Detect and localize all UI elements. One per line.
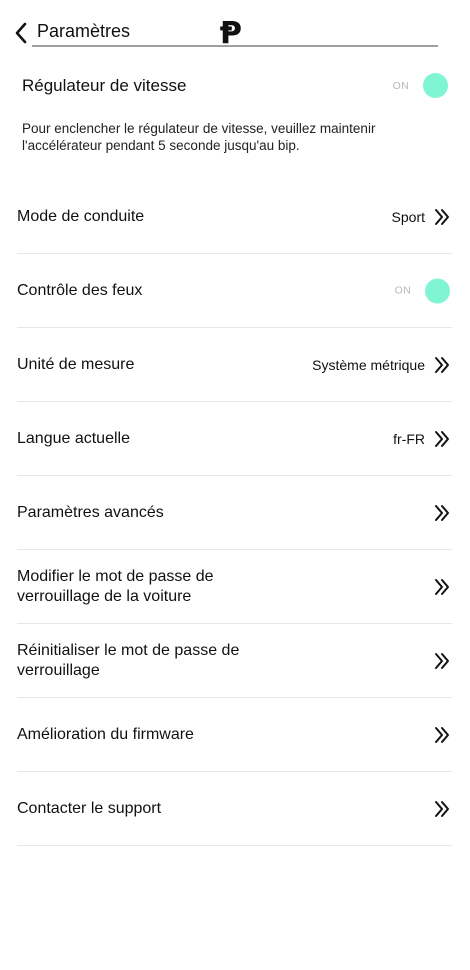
row-advanced-settings[interactable]: Paramètres avancés: [17, 476, 452, 550]
row-label: Réinitialiser le mot de passe de verroui…: [17, 641, 240, 679]
row-value: Sport: [391, 208, 425, 225]
row-drive-mode[interactable]: Mode de conduite Sport: [17, 180, 452, 254]
chevron-left-icon: [15, 22, 27, 44]
row-firmware-upgrade[interactable]: Amélioration du firmware: [17, 698, 452, 772]
row-label: Langue actuelle: [17, 429, 130, 447]
row-lights-control: Contrôle des feux ON: [17, 254, 452, 328]
header-divider: [32, 45, 438, 47]
toggle-knob: [423, 73, 448, 98]
row-value: fr-FR: [393, 430, 425, 447]
cruise-control-toggle[interactable]: ON: [393, 73, 448, 98]
row-label: Contacter le support: [17, 799, 162, 817]
row-language[interactable]: Langue actuelle fr-FR: [17, 402, 452, 476]
settings-list: Mode de conduite Sport Contrôle des feux…: [17, 180, 452, 846]
row-label: Paramètres avancés: [17, 503, 164, 521]
toggle-state-text: ON: [392, 79, 409, 92]
page-title: Paramètres: [37, 21, 131, 41]
cruise-control-description: Pour enclencher le régulateur de vitesse…: [22, 121, 376, 153]
cruise-control-row: Régulateur de vitesse ON: [22, 70, 448, 100]
row-reset-lock-password[interactable]: Réinitialiser le mot de passe de verroui…: [17, 624, 452, 698]
double-chevron-right-icon: [435, 800, 449, 817]
row-label: Mode de conduite: [17, 207, 145, 225]
row-contact-support[interactable]: Contacter le support: [17, 772, 452, 846]
lights-toggle[interactable]: ON: [395, 278, 450, 303]
toggle-knob: [425, 278, 450, 303]
double-chevron-right-icon: [435, 652, 449, 669]
back-button[interactable]: [10, 20, 32, 46]
toggle-state-text: ON: [394, 284, 411, 297]
header: Paramètres Ᵽ: [0, 0, 470, 70]
row-change-lock-password[interactable]: Modifier le mot de passe de verrouillage…: [17, 550, 452, 624]
double-chevron-right-icon: [435, 356, 449, 373]
double-chevron-right-icon: [435, 726, 449, 743]
double-chevron-right-icon: [435, 504, 449, 521]
double-chevron-right-icon: [435, 578, 449, 595]
row-label: Amélioration du firmware: [17, 725, 194, 743]
row-label: Contrôle des feux: [17, 281, 143, 299]
double-chevron-right-icon: [435, 430, 449, 447]
row-units[interactable]: Unité de mesure Système métrique: [17, 328, 452, 402]
cruise-control-label: Régulateur de vitesse: [22, 76, 187, 95]
row-label: Modifier le mot de passe de verrouillage…: [17, 567, 214, 605]
row-value: Système métrique: [312, 356, 425, 373]
row-label: Unité de mesure: [17, 355, 135, 373]
double-chevron-right-icon: [435, 208, 449, 225]
